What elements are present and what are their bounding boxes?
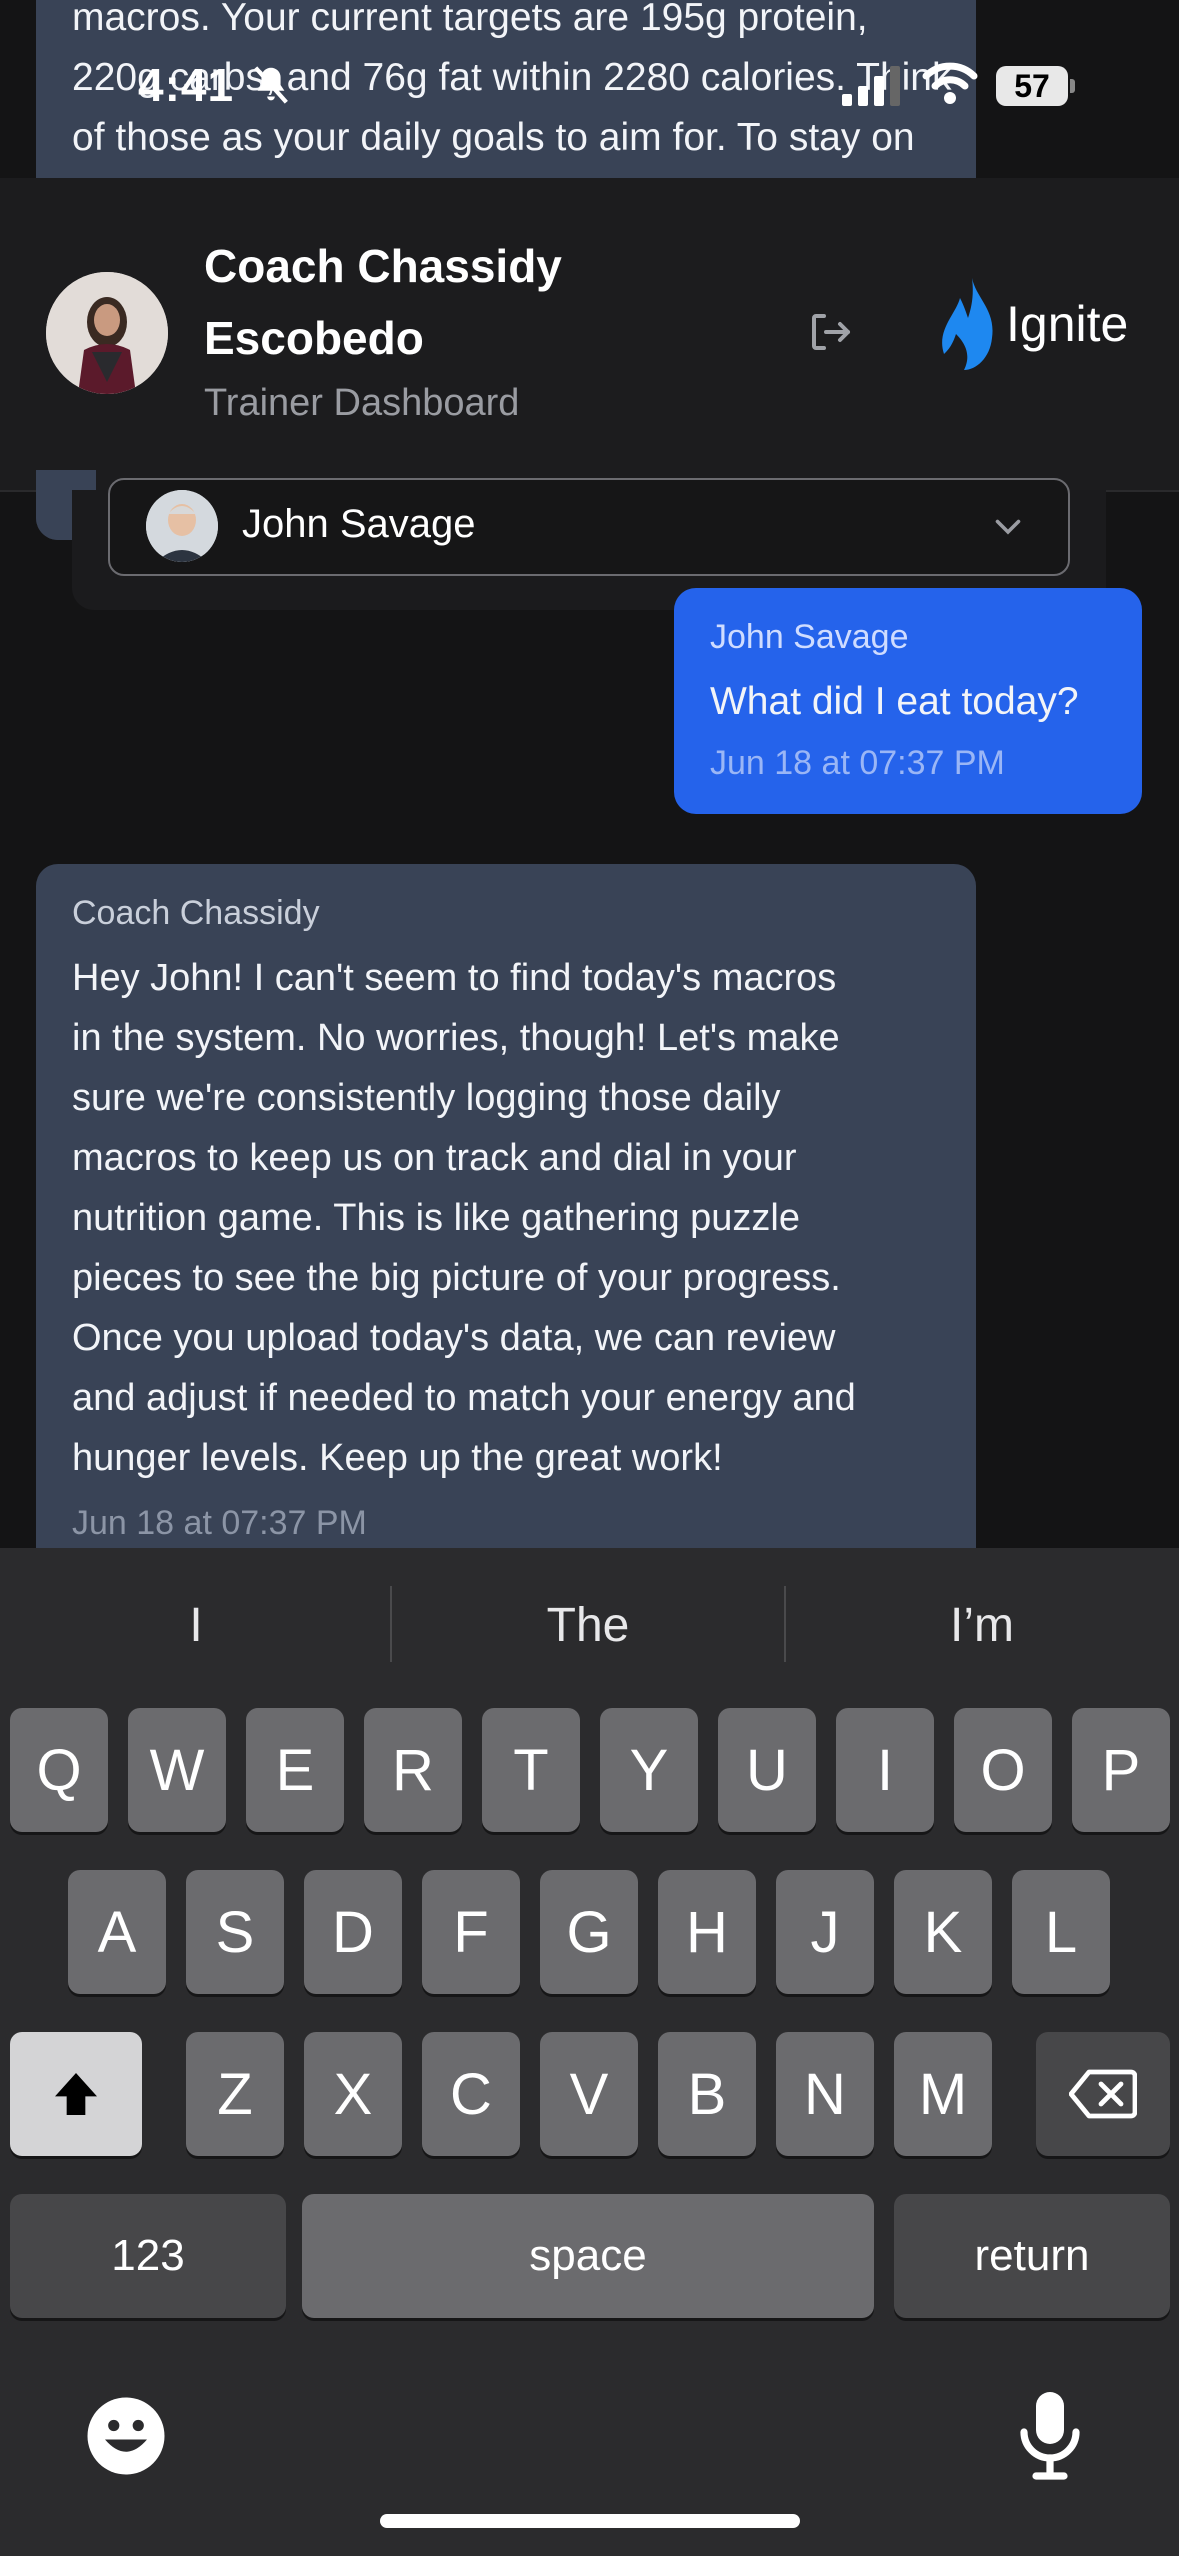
key-n[interactable]: N xyxy=(776,2032,874,2156)
backspace-icon xyxy=(1069,2069,1137,2119)
logout-icon[interactable] xyxy=(806,308,854,361)
return-key[interactable]: return xyxy=(894,2194,1170,2318)
shift-icon xyxy=(55,2073,97,2115)
chevron-down-icon xyxy=(990,508,1026,549)
key-r[interactable]: R xyxy=(364,1708,462,1832)
silent-mode-icon xyxy=(248,62,294,113)
key-i[interactable]: I xyxy=(836,1708,934,1832)
key-e[interactable]: E xyxy=(246,1708,344,1832)
emoji-icon[interactable] xyxy=(84,2394,168,2483)
key-c[interactable]: C xyxy=(422,2032,520,2156)
key-g[interactable]: G xyxy=(540,1870,638,1994)
app-header: Coach Chassidy Escobedo Trainer Dashboar… xyxy=(0,178,1179,492)
message-time: Jun 18 at 07:37 PM xyxy=(710,744,1005,782)
home-indicator xyxy=(380,2514,800,2528)
client-select[interactable]: John Savage xyxy=(108,478,1070,576)
key-p[interactable]: P xyxy=(1072,1708,1170,1832)
key-j[interactable]: J xyxy=(776,1870,874,1994)
key-t[interactable]: T xyxy=(482,1708,580,1832)
cellular-signal-icon xyxy=(840,66,902,111)
key-l[interactable]: L xyxy=(1012,1870,1110,1994)
key-v[interactable]: V xyxy=(540,2032,638,2156)
key-w[interactable]: W xyxy=(128,1708,226,1832)
battery-icon: 57 xyxy=(996,66,1075,106)
client-avatar xyxy=(146,490,218,562)
shift-key[interactable] xyxy=(10,2032,142,2156)
message-sender: John Savage xyxy=(710,618,909,656)
message-text: What did I eat today? xyxy=(710,680,1079,723)
microphone-icon[interactable] xyxy=(1012,2388,1088,2489)
key-s[interactable]: S xyxy=(186,1870,284,1994)
suggestion-2[interactable]: The xyxy=(392,1598,784,1653)
key-b[interactable]: B xyxy=(658,2032,756,2156)
brand-name: Ignite xyxy=(1006,296,1129,352)
coach-message: Coach Chassidy Hey John! I can't seem to… xyxy=(36,864,976,1584)
key-a[interactable]: A xyxy=(68,1870,166,1994)
key-f[interactable]: F xyxy=(422,1870,520,1994)
numbers-key[interactable]: 123 xyxy=(10,2194,286,2318)
key-x[interactable]: X xyxy=(304,2032,402,2156)
battery-level: 57 xyxy=(1014,67,1050,104)
key-k[interactable]: K xyxy=(894,1870,992,1994)
message-time: Jun 18 at 07:37 PM xyxy=(72,1504,367,1542)
client-selected-name: John Savage xyxy=(242,502,476,546)
user-message: John Savage What did I eat today? Jun 18… xyxy=(674,588,1142,814)
coach-avatar[interactable] xyxy=(46,272,168,394)
suggestion-1[interactable]: I xyxy=(0,1598,392,1653)
wifi-icon xyxy=(922,62,978,111)
key-o[interactable]: O xyxy=(954,1708,1052,1832)
flame-icon xyxy=(942,278,993,370)
header-subtitle: Trainer Dashboard xyxy=(204,382,520,424)
ignite-logo: Ignite xyxy=(940,278,1128,370)
key-y[interactable]: Y xyxy=(600,1708,698,1832)
space-key[interactable]: space xyxy=(302,2194,874,2318)
keyboard: I The I’m Q W E R T Y U I O P A S D F G … xyxy=(0,1548,1179,2556)
backspace-key[interactable] xyxy=(1036,2032,1170,2156)
key-z[interactable]: Z xyxy=(186,2032,284,2156)
key-m[interactable]: M xyxy=(894,2032,992,2156)
key-h[interactable]: H xyxy=(658,1870,756,1994)
key-u[interactable]: U xyxy=(718,1708,816,1832)
message-sender: Coach Chassidy xyxy=(72,894,320,932)
status-time: 4:41 xyxy=(138,59,235,111)
message-text: Hey John! I can't seem to find today's m… xyxy=(72,957,856,1479)
key-q[interactable]: Q xyxy=(10,1708,108,1832)
suggestion-3[interactable]: I’m xyxy=(786,1598,1178,1653)
coach-name: Coach Chassidy Escobedo xyxy=(204,240,562,364)
key-d[interactable]: D xyxy=(304,1870,402,1994)
